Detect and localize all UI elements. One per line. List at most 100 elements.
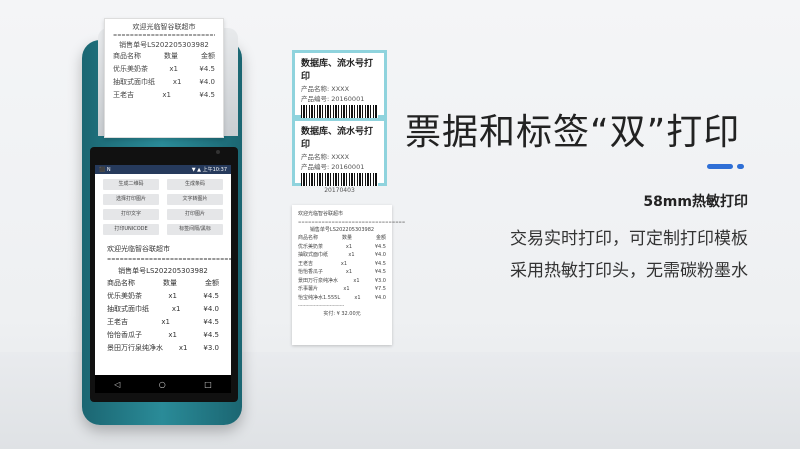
cell: ¥4.0: [199, 78, 215, 86]
cell: x1: [340, 260, 347, 267]
cell: x1: [353, 277, 360, 284]
cell: 怡怡香瓜子: [298, 269, 324, 275]
cell: ¥4.5: [203, 331, 219, 339]
screen-row: 王老吉 x1 ¥4.5: [107, 316, 219, 329]
cell: 数量: [341, 235, 352, 241]
paper-row: 王老吉 x1 ¥4.5: [113, 89, 215, 102]
feature-line-2: 采用热敏打印头，无需碳粉墨水: [510, 261, 748, 281]
screen-head-row: 商品名称 数量 金额: [107, 277, 219, 290]
paper-row: 抽取式面巾纸 x1 ¥4.0: [113, 76, 215, 89]
cell: x1: [354, 294, 361, 301]
text-to-image-button[interactable]: 文字转图片: [167, 194, 223, 205]
action-button-grid: 生成二维码 生成条码 选择打印图片 文字转图片 打印文字 打印图片 打印UNIC…: [95, 174, 231, 240]
r3-row: 怡宝纯净水1.555L x1 ¥4.0: [298, 294, 386, 303]
cell: x1: [172, 78, 182, 86]
r3-row: 怡怡香瓜子 x1 ¥4.5: [298, 268, 386, 277]
cell: 王老吉: [113, 91, 134, 99]
cell: 景田万行泉纯净水: [298, 277, 339, 284]
print-text-button[interactable]: 打印文字: [103, 209, 159, 220]
cell: ¥3.0: [374, 277, 386, 284]
accent-dot: [737, 164, 744, 169]
generate-qrcode-button[interactable]: 生成二维码: [103, 179, 159, 190]
cell: ¥4.5: [374, 269, 386, 275]
cell: ¥7.5: [374, 286, 386, 292]
cell: 优乐美奶茶: [298, 243, 324, 250]
device-screen: ⬛ N ▼ ▲ 上午10:37 生成二维码 生成条码 选择打印图片 文字转图片 …: [95, 165, 231, 375]
cell: ¥4.5: [203, 318, 219, 326]
cell: ¥3.0: [203, 344, 219, 352]
cell: 怡怡香瓜子: [107, 331, 142, 339]
screen-row: 怡怡香瓜子 x1 ¥4.5: [107, 329, 219, 342]
r3-row: 王老吉 x1 ¥4.5: [298, 260, 386, 269]
paper-head-row: 商品名称 数量 金额: [113, 50, 215, 63]
cell: 抽取式面巾纸: [113, 78, 155, 86]
cell: ¥4.0: [374, 252, 386, 258]
r3-store: 欢迎光临智谷联超市: [298, 211, 344, 217]
home-icon[interactable]: ○: [159, 380, 166, 389]
barcode-icon: [301, 105, 378, 118]
status-left: ⬛ N: [99, 166, 111, 173]
cell: 优乐美奶茶: [107, 292, 142, 300]
cell: x1: [178, 344, 188, 352]
accent-bar: [707, 164, 733, 169]
cell: ¥4.5: [374, 260, 386, 267]
screen-row: 景田万行泉纯净水 x1 ¥3.0: [107, 342, 219, 355]
cell: x1: [171, 305, 181, 313]
r3-row: 优乐美奶茶 x1 ¥4.5: [298, 243, 386, 252]
screen-receipt-preview: 欢迎光临智谷联超市 ==============================…: [95, 240, 231, 359]
paper-head-name: 商品名称: [113, 52, 141, 60]
select-image-button[interactable]: 选择打印图片: [103, 194, 159, 205]
label-gap-button[interactable]: 标签间隔/黑标: [167, 224, 223, 235]
android-nav-bar: ◁ ○ □: [95, 375, 231, 393]
label-title: 数据库、流水号打印: [301, 127, 374, 150]
cell: 商品名称: [107, 279, 135, 287]
cell: x1: [161, 318, 170, 326]
camera-dot: [216, 150, 220, 154]
cell: 景田万行泉纯净水: [107, 344, 163, 352]
cell: 金额: [205, 279, 219, 287]
label-title: 数据库、流水号打印: [301, 59, 374, 82]
label-code: 产品编号: 20160001: [301, 163, 365, 171]
cell: x1: [348, 252, 355, 258]
feature-line-1: 交易实时打印，可定制打印模板: [510, 229, 748, 249]
screen-row: 优乐美奶茶 x1 ¥4.5: [107, 290, 219, 303]
screen-row: 抽取式面巾纸 x1 ¥4.0: [107, 303, 219, 316]
back-icon[interactable]: ◁: [114, 380, 120, 389]
barcode-label: 数据库、流水号打印 产品名称: XXXX 产品编号: 20160001 2017…: [292, 50, 387, 126]
cell: 金额: [375, 235, 386, 241]
barcode-icon: [301, 173, 378, 186]
recents-icon[interactable]: □: [204, 380, 212, 389]
cell: x1: [169, 65, 178, 73]
print-image-button[interactable]: 打印图片: [167, 209, 223, 220]
cell: x1: [343, 286, 350, 292]
cell: 优乐美奶茶: [113, 65, 148, 73]
subtitle-58mm: 58mm热敏打印: [643, 194, 748, 210]
headline: 票据和标签“双”打印: [405, 112, 741, 153]
cell: ¥4.5: [374, 243, 386, 250]
r3-row: 乐事薯片 x1 ¥7.5: [298, 285, 386, 294]
print-unicode-button[interactable]: 打印UNICODE: [103, 224, 159, 235]
printed-receipt-sample: 欢迎光临智谷联超市 ==============================…: [292, 205, 406, 345]
r3-rule: ================================: [298, 219, 406, 224]
r3-head-row: 商品名称 数量 金额: [298, 234, 386, 243]
cell: x1: [168, 331, 177, 339]
label-name: 产品名称: XXXX: [301, 153, 350, 161]
cell: 数量: [163, 279, 177, 287]
cell: x1: [345, 243, 352, 250]
cell: 商品名称: [298, 235, 319, 241]
paper-head-qty: 数量: [164, 52, 178, 60]
barcode-label: 数据库、流水号打印 产品名称: XXXX 产品编号: 20160001 2017…: [292, 118, 387, 194]
generate-barcode-button[interactable]: 生成条码: [167, 179, 223, 190]
paper-rule: ==============================: [113, 33, 215, 39]
status-right: ▼ ▲ 上午10:37: [191, 167, 227, 173]
cell: 王老吉: [298, 260, 314, 267]
cell: ¥4.5: [199, 65, 215, 73]
cell: 王老吉: [107, 318, 128, 326]
screen-order: 销售单号LS202205303982: [118, 267, 208, 275]
cell: ¥4.0: [203, 305, 219, 313]
r3-row: 抽取式面巾纸 x1 ¥4.0: [298, 251, 386, 260]
cell: 抽取式面巾纸: [298, 252, 329, 258]
paper-store: 欢迎光临智谷联超市: [132, 23, 196, 31]
cell: 乐事薯片: [298, 286, 319, 292]
cell: 怡宝纯净水1.555L: [298, 294, 341, 301]
